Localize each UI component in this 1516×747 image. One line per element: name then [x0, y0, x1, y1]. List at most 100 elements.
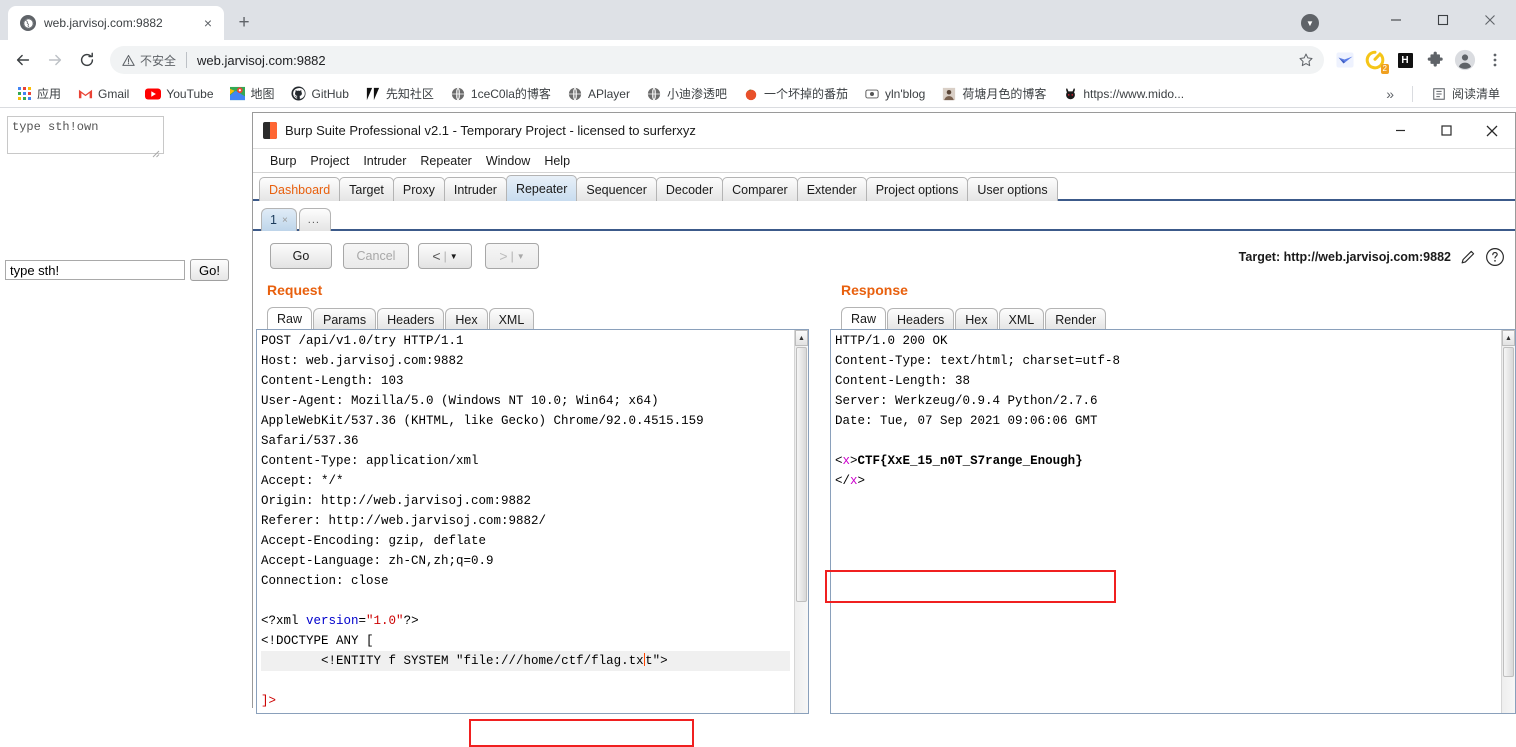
bookmark-mido[interactable]: https://www.mido... — [1054, 83, 1192, 105]
request-tab-hex[interactable]: Hex — [445, 308, 488, 330]
menu-intruder[interactable]: Intruder — [356, 152, 413, 170]
menu-window[interactable]: Window — [479, 152, 537, 170]
request-scrollbar[interactable]: ▲ — [794, 330, 808, 713]
response-tab-raw[interactable]: Raw — [841, 307, 887, 330]
close-icon[interactable]: × — [282, 215, 288, 226]
ring-extension-icon[interactable]: 2 — [1362, 47, 1389, 74]
menu-project[interactable]: Project — [303, 152, 356, 170]
bookmarks-overflow-button[interactable]: » — [1378, 83, 1402, 105]
menu-repeater[interactable]: Repeater — [413, 152, 478, 170]
window-minimize-button[interactable] — [1373, 4, 1418, 36]
new-tab-button[interactable]: + — [230, 9, 258, 37]
bookmark-star-icon[interactable] — [1298, 52, 1318, 68]
tab-project-options[interactable]: Project options — [865, 177, 969, 201]
burp-maximize-button[interactable] — [1423, 113, 1469, 149]
window-maximize-button[interactable] — [1420, 4, 1465, 36]
cancel-button[interactable]: Cancel — [343, 243, 409, 269]
scrollbar-thumb[interactable] — [796, 347, 807, 602]
bookmark-1cec0la[interactable]: 1ceC0la的博客 — [442, 82, 559, 105]
tab-proxy[interactable]: Proxy — [392, 177, 445, 201]
address-bar[interactable]: 不安全 web.jarvisoj.com:9882 — [110, 46, 1324, 74]
go-button[interactable]: Go — [270, 243, 332, 269]
scroll-up-arrow-icon[interactable]: ▲ — [1502, 330, 1515, 346]
request-tab-raw[interactable]: Raw — [267, 307, 313, 330]
window-close-button[interactable] — [1467, 4, 1512, 36]
puzzle-extensions-icon[interactable] — [1422, 47, 1448, 73]
bookmark-github[interactable]: GitHub — [283, 83, 357, 105]
response-editor[interactable]: HTTP/1.0 200 OK Content-Type: text/html;… — [830, 329, 1516, 714]
repeater-tab-add[interactable]: ... — [298, 208, 331, 231]
bookmark-gmail[interactable]: Gmail — [69, 83, 137, 105]
response-line: Date: Tue, 07 Sep 2021 09:06:06 GMT — [835, 414, 1098, 428]
tab-repeater[interactable]: Repeater — [505, 175, 578, 201]
bookmark-label: Gmail — [98, 86, 130, 101]
bookmark-tomato[interactable]: 一个坏掉的番茄 — [735, 82, 856, 105]
question-circle-icon[interactable] — [1485, 247, 1505, 267]
bookmark-label: 先知社区 — [385, 87, 434, 101]
response-scrollbar[interactable]: ▲ — [1501, 330, 1515, 713]
not-secure-indicator[interactable]: 不安全 — [122, 52, 176, 69]
search-input[interactable] — [5, 260, 185, 280]
pencil-icon[interactable] — [1459, 248, 1477, 266]
bookmark-hetangyuese[interactable]: 荷塘月色的博客 — [933, 82, 1054, 105]
tab-dashboard[interactable]: Dashboard — [259, 177, 341, 201]
repeater-tab-1[interactable]: 1 × — [261, 208, 297, 231]
request-tab-xml[interactable]: XML — [488, 308, 535, 330]
go-button[interactable]: Go! — [190, 259, 229, 281]
scroll-up-arrow-icon[interactable]: ▲ — [795, 330, 808, 346]
scrollbar-thumb[interactable] — [1503, 347, 1514, 677]
burp-close-button[interactable] — [1469, 113, 1515, 149]
bookmark-apps[interactable]: 应用 — [8, 82, 69, 105]
forward-icon[interactable] — [40, 45, 70, 75]
reload-icon[interactable] — [72, 45, 102, 75]
menu-help[interactable]: Help — [537, 152, 577, 170]
tab-comparer[interactable]: Comparer — [722, 177, 798, 201]
tab-decoder[interactable]: Decoder — [655, 177, 724, 201]
bookmark-maps[interactable]: 地图 — [222, 82, 283, 105]
bookmark-xianzhi[interactable]: 先知社区 — [357, 82, 442, 105]
back-history-button[interactable]: < | ▼ — [418, 243, 472, 269]
burp-minimize-button[interactable] — [1377, 113, 1423, 149]
bird-extension-icon[interactable] — [1332, 47, 1358, 73]
omnibox-divider — [186, 52, 188, 68]
profile-avatar-icon[interactable] — [1452, 47, 1478, 73]
xml-payload-textarea[interactable] — [7, 116, 164, 154]
bookmark-label: 小迪渗透吧 — [666, 87, 727, 101]
chevron-down-icon: ▼ — [516, 251, 525, 261]
request-tab-params[interactable]: Params — [313, 308, 377, 330]
tab-sequencer[interactable]: Sequencer — [576, 177, 657, 201]
response-tab-render[interactable]: Render — [1045, 308, 1107, 330]
globe-icon — [567, 86, 583, 102]
burp-window-title: Burp Suite Professional v2.1 - Temporary… — [285, 123, 696, 138]
bookmark-label: APlayer — [587, 86, 630, 101]
chrome-menu-icon[interactable] — [1482, 47, 1508, 73]
chevron-down-icon[interactable]: ▼ — [1301, 14, 1319, 32]
chevron-down-icon: ▼ — [449, 251, 458, 261]
browser-tab[interactable]: web.jarvisoj.com:9882 × — [8, 6, 224, 40]
repeater-tab-label: 1 — [270, 213, 277, 227]
back-icon[interactable] — [8, 45, 38, 75]
response-text[interactable]: HTTP/1.0 200 OK Content-Type: text/html;… — [831, 330, 1501, 713]
hackbar-extension-icon[interactable]: H — [1392, 47, 1418, 73]
tab-extender[interactable]: Extender — [796, 177, 867, 201]
forward-history-button[interactable]: > | ▼ — [485, 243, 539, 269]
tabstrip-right-controls: ▼ — [1301, 0, 1516, 40]
response-tab-hex[interactable]: Hex — [955, 308, 998, 330]
tab-intruder[interactable]: Intruder — [443, 177, 507, 201]
bookmark-xiaodi[interactable]: 小迪渗透吧 — [638, 82, 735, 105]
response-tab-headers[interactable]: Headers — [887, 308, 955, 330]
close-icon[interactable]: × — [200, 15, 216, 31]
response-tab-xml[interactable]: XML — [998, 308, 1045, 330]
bookmark-aplayer[interactable]: APlayer — [559, 83, 638, 105]
tab-user-options[interactable]: User options — [967, 177, 1058, 201]
menu-burp[interactable]: Burp — [263, 152, 303, 170]
reading-list-icon — [1431, 86, 1447, 102]
bookmark-ylnblog[interactable]: yln'blog — [856, 83, 933, 105]
request-text[interactable]: POST /api/v1.0/try HTTP/1.1 Host: web.ja… — [257, 330, 794, 713]
tab-target[interactable]: Target — [339, 177, 394, 201]
hackbar-glyph: H — [1397, 52, 1413, 68]
request-editor[interactable]: POST /api/v1.0/try HTTP/1.1 Host: web.ja… — [256, 329, 809, 714]
request-tab-headers[interactable]: Headers — [377, 308, 445, 330]
reading-list-button[interactable]: 阅读清单 — [1423, 82, 1508, 105]
bookmark-youtube[interactable]: YouTube — [137, 83, 221, 105]
